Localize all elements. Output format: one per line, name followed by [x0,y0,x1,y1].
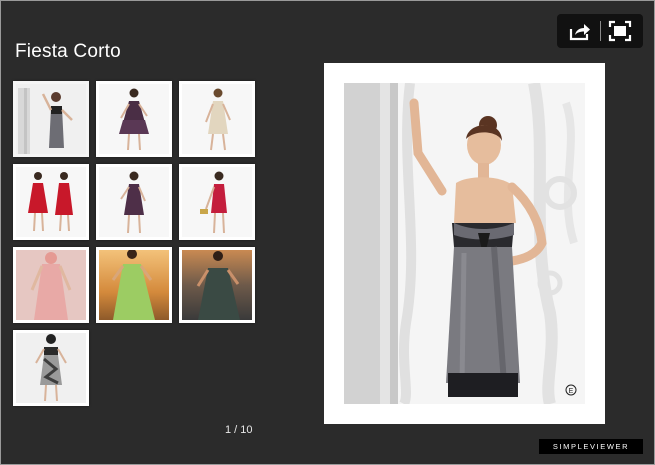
toolbar-separator [600,21,601,41]
photo-watermark: E [569,388,574,395]
fullscreen-button[interactable] [608,20,632,42]
image-counter: 1 / 10 [225,424,253,436]
main-photo-frame: E [324,63,605,424]
main-photo[interactable]: E [344,83,585,404]
thumbnail-5-image [99,167,169,237]
thumbnail-5[interactable] [96,164,172,240]
main-photo-image: E [344,83,585,404]
thumbnail-1-image [16,84,86,154]
thumbnail-4-image [16,167,86,237]
thumbnail-2[interactable] [96,81,172,157]
thumbnail-8[interactable] [96,247,172,323]
thumbnail-3[interactable] [179,81,255,157]
simpleviewer-credit-link[interactable]: SIMPLEVIEWER [539,439,643,454]
gallery-viewer: Fiesta Corto E 1 / 10 SIMPLEVIEWER [0,0,655,465]
thumbnail-10-image [16,333,86,403]
thumbnail-9-image [182,250,252,320]
thumbnail-2-image [99,84,169,154]
thumbnail-8-image [99,250,169,320]
thumbnail-1[interactable] [13,81,89,157]
share-button[interactable] [568,20,592,42]
share-icon [569,24,590,41]
thumbnail-9[interactable] [179,247,255,323]
thumbnail-10[interactable] [13,330,89,406]
thumbnail-4[interactable] [13,164,89,240]
thumbnail-7[interactable] [13,247,89,323]
thumbnail-3-image [182,84,252,154]
gallery-title: Fiesta Corto [15,41,121,62]
fullscreen-icon [608,20,632,42]
thumbnail-6-image [182,167,252,237]
thumbnail-7-image [16,250,86,320]
toolbar [557,14,643,48]
thumbnail-6[interactable] [179,164,255,240]
